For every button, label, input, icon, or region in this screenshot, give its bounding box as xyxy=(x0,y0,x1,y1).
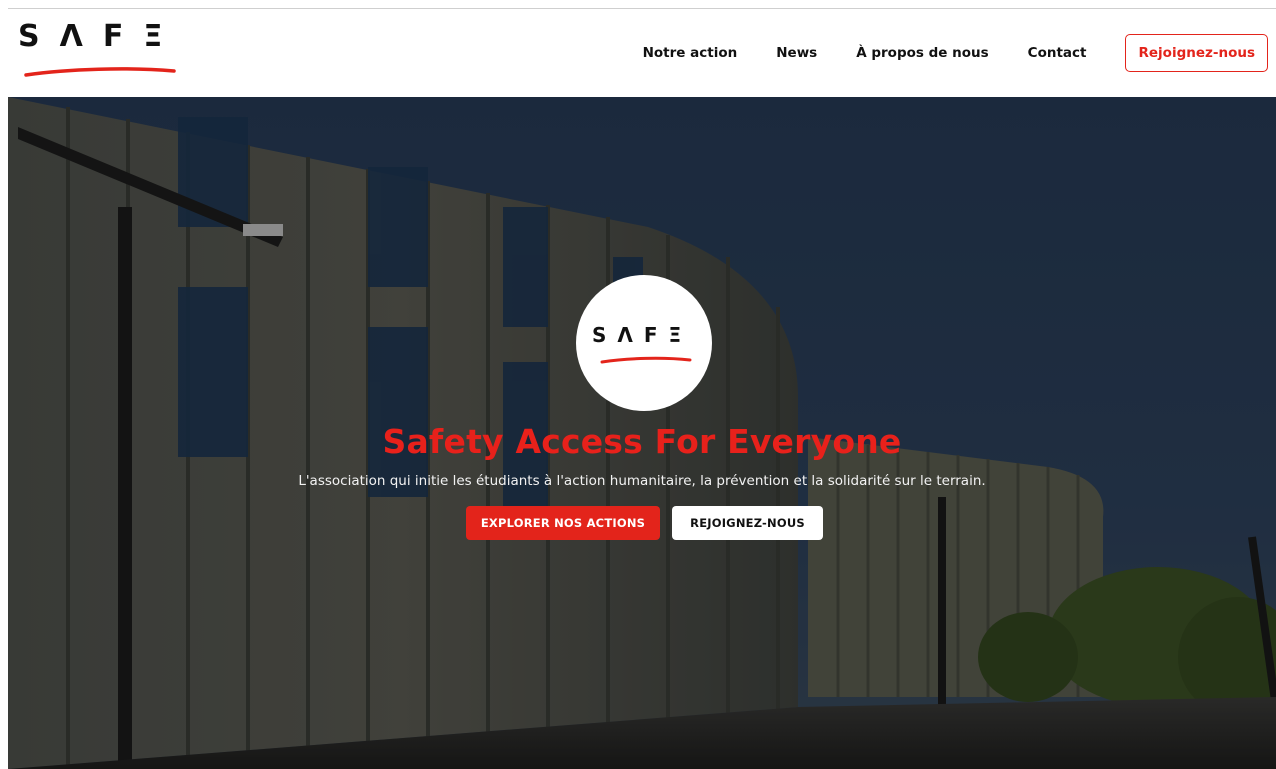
join-us-hero-button[interactable]: REJOIGNEZ-NOUS xyxy=(672,506,823,540)
hero-logo-badge: SΛFΞ xyxy=(576,275,712,411)
nav-link-a-propos[interactable]: À propos de nous xyxy=(856,45,988,61)
explore-actions-button[interactable]: EXPLORER NOS ACTIONS xyxy=(466,506,660,540)
hero-subtitle: L'association qui initie les étudiants à… xyxy=(298,473,986,489)
hero-logo-underline-swoosh xyxy=(600,356,692,364)
site-header: SΛFΞ Notre action News À propos de nous … xyxy=(0,9,1276,97)
logo-underline-swoosh xyxy=(24,67,176,77)
logo-wordmark: SΛFΞ xyxy=(18,19,183,54)
hero-logo-wordmark: SΛFΞ xyxy=(592,323,693,347)
main-nav: Notre action News À propos de nous Conta… xyxy=(643,33,1268,73)
site-logo[interactable]: SΛFΞ xyxy=(18,17,178,81)
nav-link-notre-action[interactable]: Notre action xyxy=(643,45,738,61)
hero-content: SΛFΞ Safety Access For Everyone L'associ… xyxy=(8,97,1276,769)
hero-section: SΛFΞ Safety Access For Everyone L'associ… xyxy=(8,97,1276,769)
nav-link-contact[interactable]: Contact xyxy=(1028,45,1087,61)
join-us-nav-button[interactable]: Rejoignez-nous xyxy=(1125,34,1268,72)
nav-link-news[interactable]: News xyxy=(776,45,817,61)
hero-title: Safety Access For Everyone xyxy=(382,422,902,461)
